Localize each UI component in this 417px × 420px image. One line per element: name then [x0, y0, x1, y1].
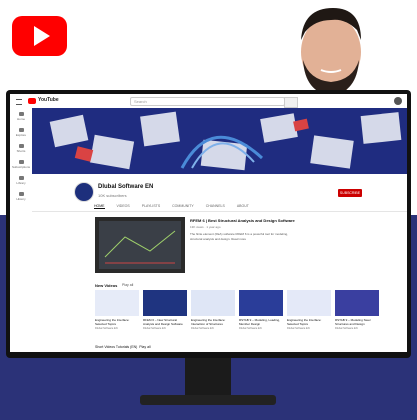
- menu-icon[interactable]: [16, 99, 22, 105]
- video-card[interactable]: RSTAB 9 – Modeling Steel Structures and …: [335, 290, 379, 330]
- video-thumbnail[interactable]: [191, 290, 235, 316]
- video-title[interactable]: RSTAB 9 – Modeling, Loading, Member Desi…: [239, 318, 283, 326]
- monitor-base: [140, 395, 276, 405]
- video-thumbnail[interactable]: [95, 290, 139, 316]
- divider: [32, 211, 407, 212]
- video-title[interactable]: Engineering the Interface: Interaction o…: [191, 318, 235, 326]
- sidebar-item-history[interactable]: History: [10, 188, 32, 204]
- section-title[interactable]: New Videos: [95, 283, 117, 288]
- sidebar-item-label: Subscriptions: [11, 164, 30, 169]
- video-thumbnail[interactable]: [239, 290, 283, 316]
- video-meta: Dlubal Software EN: [287, 327, 310, 330]
- video-card[interactable]: RSTAB 9 – Modeling, Loading, Member Desi…: [239, 290, 283, 330]
- video-meta: Dlubal Software EN: [191, 327, 214, 330]
- section2-title: Short Videos Tutorials (EN): [95, 345, 138, 349]
- sidebar-item-explore[interactable]: Explore: [10, 124, 32, 140]
- monitor: YouTube Search Home Explore Shorts Subsc…: [6, 90, 411, 358]
- video-card[interactable]: Engineering the Interface: Selected Topi…: [95, 290, 139, 330]
- sidebar-item-home[interactable]: Home: [10, 108, 32, 124]
- youtube-play-icon: [12, 16, 67, 56]
- sidebar-item-shorts[interactable]: Shorts: [10, 140, 32, 156]
- sidebar: Home Explore Shorts Subscriptions Librar…: [10, 108, 32, 352]
- video-thumbnail[interactable]: [143, 290, 187, 316]
- featured-video-frame: [95, 217, 185, 273]
- youtube-screen: YouTube Search Home Explore Shorts Subsc…: [10, 94, 407, 352]
- subscribe-button[interactable]: SUBSCRIBE: [338, 189, 362, 197]
- section-title[interactable]: Short Videos Tutorials (EN) Play all: [95, 345, 151, 349]
- play-all-button[interactable]: Play all: [139, 345, 150, 349]
- tab-channels[interactable]: CHANNELS: [206, 204, 225, 209]
- featured-video-meta: 13K views · 1 year ago: [190, 225, 221, 229]
- video-shelf: Engineering the Interface: Selected Topi…: [95, 290, 385, 330]
- search-input[interactable]: Search: [130, 97, 285, 106]
- sidebar-item-label: Library: [16, 180, 26, 185]
- video-meta: Dlubal Software EN: [143, 327, 166, 330]
- home-icon: [18, 111, 24, 116]
- channel-avatar[interactable]: [74, 182, 94, 202]
- video-title[interactable]: RSTAB 9 – Modeling Steel Structures and …: [335, 318, 379, 326]
- video-meta: Dlubal Software EN: [335, 327, 358, 330]
- subscriber-count: 10K subscribers: [98, 193, 127, 198]
- video-meta: Dlubal Software EN: [95, 327, 118, 330]
- sidebar-item-subscriptions[interactable]: Subscriptions: [10, 156, 32, 172]
- featured-video-player[interactable]: [95, 217, 185, 273]
- tab-home[interactable]: HOME: [94, 204, 105, 209]
- channel-header: Dlubal Software EN 10K subscribers: [74, 182, 374, 202]
- video-thumbnail[interactable]: [287, 290, 331, 316]
- channel-tabs: HOME VIDEOS PLAYLISTS COMMUNITY CHANNELS…: [94, 204, 249, 209]
- play-all-button[interactable]: Play all: [122, 283, 133, 287]
- sidebar-item-label: History: [16, 196, 26, 201]
- video-title[interactable]: Engineering the Interface: Selected Topi…: [287, 318, 331, 326]
- sidebar-item-library[interactable]: Library: [10, 172, 32, 188]
- banner-artwork: [32, 108, 407, 174]
- library-icon: [18, 175, 24, 180]
- monitor-stand: [185, 358, 231, 398]
- sidebar-item-label: Shorts: [16, 148, 26, 153]
- video-title[interactable]: Engineering the Interface: Selected Topi…: [95, 318, 139, 326]
- video-title[interactable]: RFEM 6 – New Structural Analysis and Des…: [143, 318, 187, 326]
- video-meta: Dlubal Software EN: [239, 327, 262, 330]
- youtube-logo-icon[interactable]: [28, 98, 36, 104]
- channel-banner: [32, 108, 407, 174]
- video-card[interactable]: RFEM 6 – New Structural Analysis and Des…: [143, 290, 187, 330]
- tab-community[interactable]: COMMUNITY: [172, 204, 194, 209]
- featured-video-description: The finite element (FEA) software RFEM 6…: [190, 232, 289, 241]
- history-icon: [18, 191, 24, 196]
- subscriptions-icon: [18, 159, 24, 164]
- tab-about[interactable]: ABOUT: [237, 204, 249, 209]
- search-button[interactable]: [284, 97, 298, 108]
- explore-icon: [18, 127, 24, 132]
- youtube-logo-text: YouTube: [38, 97, 59, 103]
- channel-name[interactable]: Dlubal Software EN: [98, 184, 153, 190]
- featured-video-title[interactable]: RFEM 6 | Best Structural Analysis and De…: [190, 218, 300, 223]
- yt-topbar: YouTube Search: [10, 94, 407, 108]
- sidebar-item-label: Explore: [15, 132, 27, 137]
- tab-playlists[interactable]: PLAYLISTS: [142, 204, 160, 209]
- video-card[interactable]: Engineering the Interface: Selected Topi…: [287, 290, 331, 330]
- video-thumbnail[interactable]: [335, 290, 379, 316]
- sidebar-item-label: Home: [16, 116, 25, 121]
- shorts-icon: [18, 143, 24, 148]
- tab-videos[interactable]: VIDEOS: [117, 204, 130, 209]
- avatar[interactable]: [394, 97, 402, 105]
- video-card[interactable]: Engineering the Interface: Interaction o…: [191, 290, 235, 330]
